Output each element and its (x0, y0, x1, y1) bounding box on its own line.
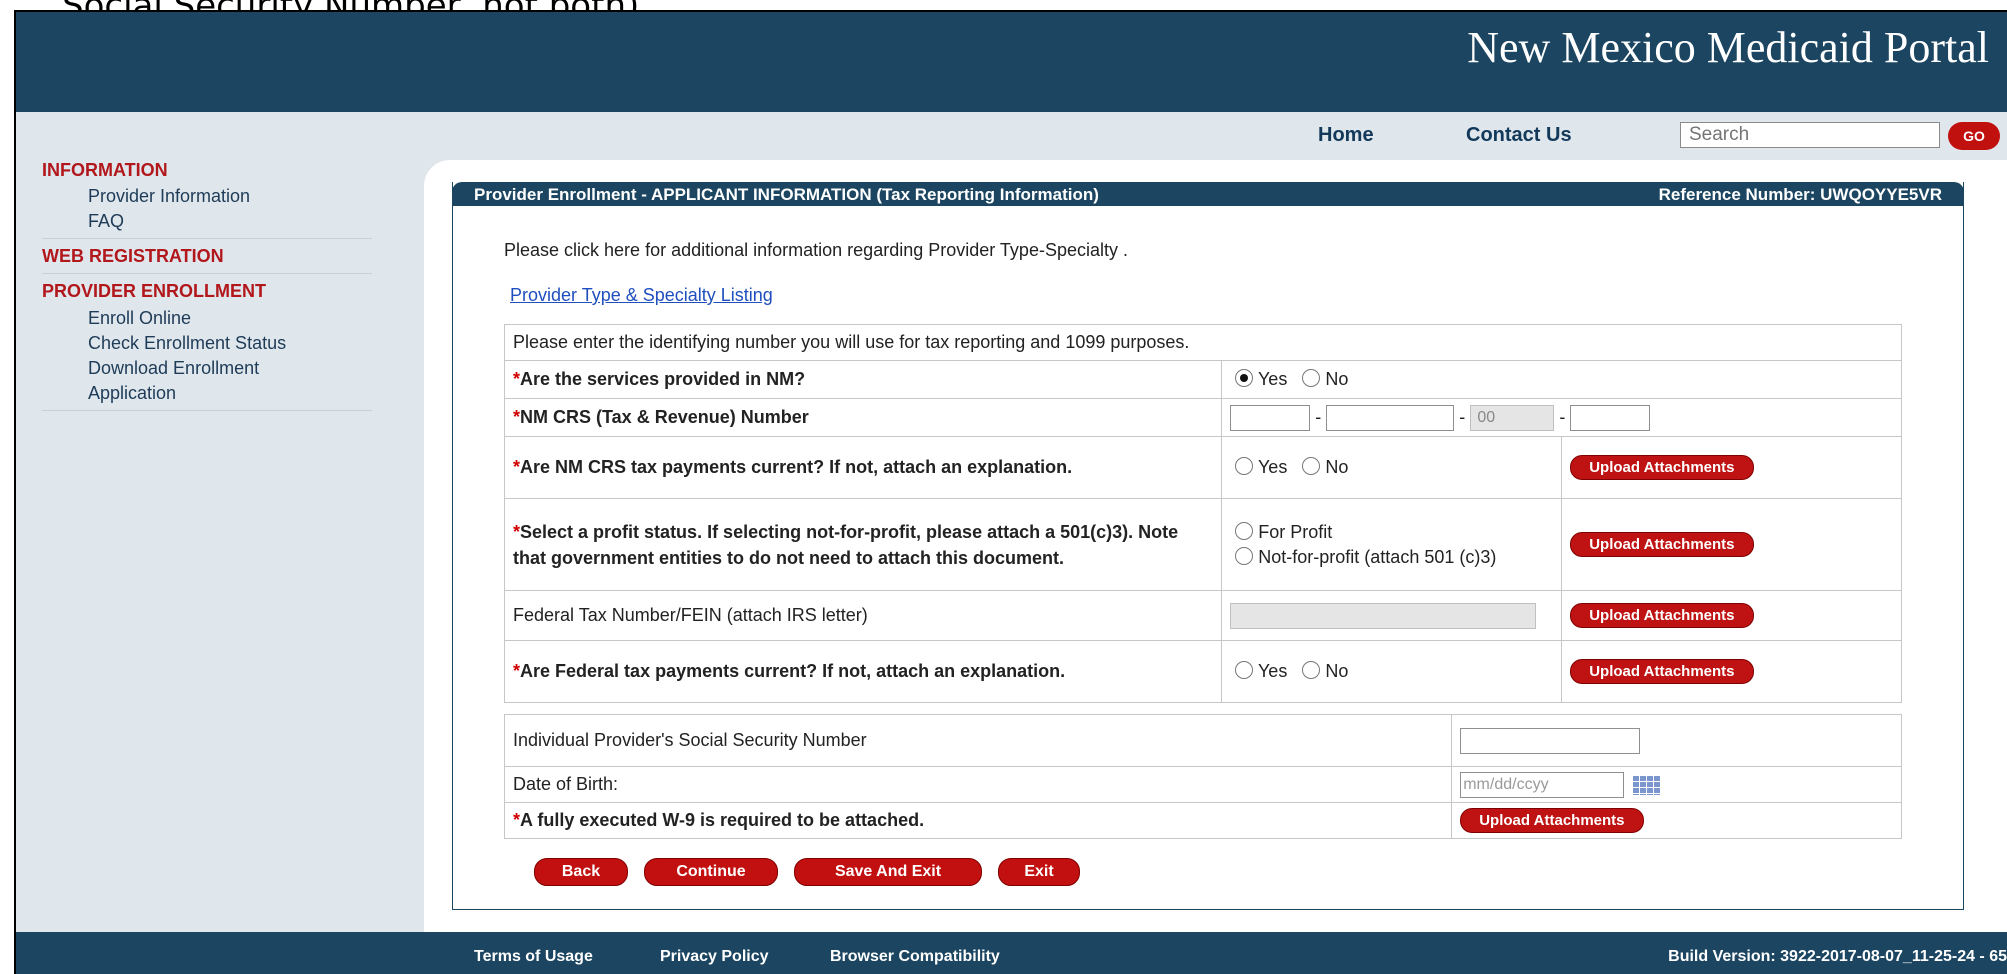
question-crs-number: *NM CRS (Tax & Revenue) Number (503, 398, 1223, 437)
sidebar-divider (42, 273, 372, 274)
sidebar-item-provider-information[interactable]: Provider Information (88, 186, 250, 207)
label-fein: Federal Tax Number/FEIN (attach IRS lett… (503, 590, 1223, 641)
label-dob: Date of Birth: (503, 766, 1453, 803)
label-ssn: Individual Provider's Social Security Nu… (503, 714, 1453, 767)
upload-attachments-button[interactable]: Upload Attachments (1570, 603, 1754, 628)
save-and-exit-button[interactable]: Save And Exit (794, 858, 982, 886)
no-radio[interactable] (1302, 369, 1321, 388)
sidebar-item-faq[interactable]: FAQ (88, 211, 124, 232)
fein-input[interactable] (1230, 602, 1537, 629)
sidebar-divider (42, 238, 372, 239)
question-federal-payments: *Are Federal tax payments current? If no… (503, 640, 1223, 703)
card-title: Provider Enrollment - APPLICANT INFORMAT… (474, 185, 1099, 204)
reference-number: Reference Number: UWQOYYE5VR (1658, 185, 1942, 204)
not-for-profit-radio[interactable] (1235, 546, 1254, 565)
card-header: Provider Enrollment - APPLICANT INFORMAT… (452, 182, 1964, 206)
upload-attachments-button[interactable]: Upload Attachments (1570, 659, 1754, 684)
sidebar-item-check-status[interactable]: Check Enrollment Status (88, 333, 286, 354)
sidebar (16, 162, 424, 932)
profit-status-radios: For Profit Not-for-profit (attach 501 (c… (1221, 498, 1563, 591)
crs-field-2[interactable] (1326, 404, 1455, 431)
sidebar-item-download-enrollment[interactable]: Download Enrollment (88, 358, 259, 379)
privacy-link[interactable]: Privacy Policy (660, 948, 769, 966)
portal-header: New Mexico Medicaid Portal (16, 12, 2007, 112)
dob-input[interactable]: mm/dd/ccyy (1460, 771, 1625, 798)
search-input[interactable] (1680, 122, 1940, 148)
for-profit-radio[interactable] (1235, 521, 1254, 540)
yes-radio[interactable] (1235, 457, 1254, 476)
upload-attachments-button[interactable]: Upload Attachments (1460, 808, 1644, 833)
sidebar-heading-information: INFORMATION (42, 160, 168, 180)
go-button[interactable]: GO (1948, 122, 2000, 150)
sidebar-heading-provider-enrollment[interactable]: PROVIDER ENROLLMENT (42, 281, 266, 302)
instruction-text: Please enter the identifying number you … (504, 324, 1902, 361)
question-crs-payments: *Are NM CRS tax payments current? If not… (503, 436, 1223, 499)
home-link[interactable]: Home (1318, 124, 1374, 147)
build-version: Build Version: 3922-2017-08-07_11-25-24 … (1668, 948, 2007, 965)
continue-button[interactable]: Continue (644, 858, 778, 886)
federal-payments-radios: Yes No (1221, 640, 1563, 703)
exit-button[interactable]: Exit (998, 858, 1080, 886)
label-w9: *A fully executed W-9 is required to be … (503, 802, 1453, 839)
sidebar-heading-web-registration[interactable]: WEB REGISTRATION (42, 246, 224, 267)
provider-type-link[interactable]: Provider Type & Specialty Listing (510, 285, 773, 306)
ssn-input[interactable] (1460, 727, 1641, 754)
back-button[interactable]: Back (534, 858, 628, 886)
yes-radio[interactable] (1235, 661, 1254, 680)
question-profit-status: *Select a profit status. If selecting no… (503, 498, 1223, 591)
sidebar-item-application[interactable]: Application (88, 383, 176, 404)
portal-title: New Mexico Medicaid Portal (1467, 23, 1989, 72)
browser-compatibility-link[interactable]: Browser Compatibility (830, 948, 1000, 966)
sidebar-divider (42, 410, 372, 411)
crs-field-3[interactable]: 00 (1470, 404, 1555, 431)
terms-link[interactable]: Terms of Usage (474, 948, 593, 966)
upload-attachments-button[interactable]: Upload Attachments (1570, 532, 1754, 557)
no-radio[interactable] (1302, 457, 1321, 476)
crs-number-fields: - - 00 - (1221, 398, 1902, 437)
crs-field-4[interactable] (1570, 404, 1651, 431)
services-nm-radios: Yes No (1221, 360, 1902, 399)
calendar-icon[interactable] (1632, 774, 1661, 795)
intro-text: Please click here for additional informa… (504, 240, 1128, 260)
yes-radio[interactable] (1235, 369, 1254, 388)
sidebar-item-enroll-online[interactable]: Enroll Online (88, 308, 191, 329)
contact-us-link[interactable]: Contact Us (1466, 124, 1572, 147)
crs-payments-radios: Yes No (1221, 436, 1563, 499)
question-services-nm: *Are the services provided in NM? (503, 360, 1223, 399)
crs-field-1[interactable] (1230, 404, 1311, 431)
upload-attachments-button[interactable]: Upload Attachments (1570, 455, 1754, 480)
no-radio[interactable] (1302, 661, 1321, 680)
